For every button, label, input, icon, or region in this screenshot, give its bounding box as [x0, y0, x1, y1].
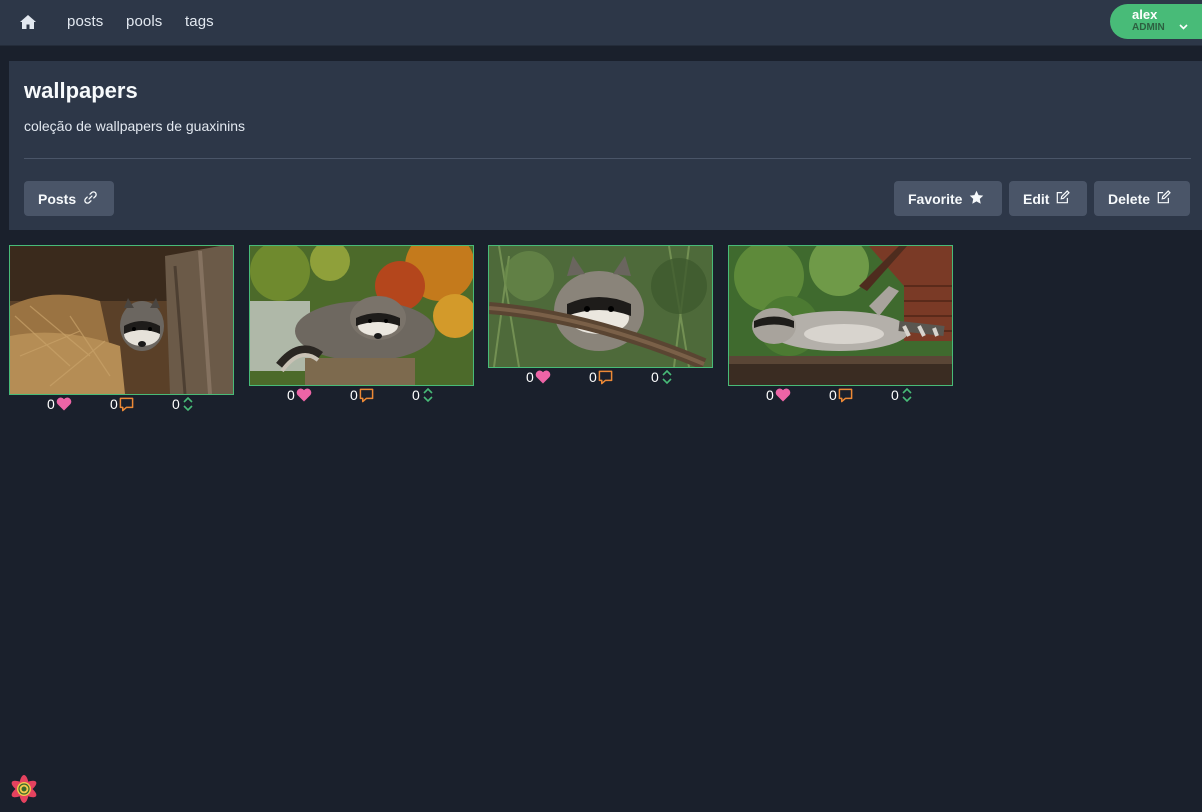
- post-thumbnail[interactable]: [9, 245, 234, 395]
- comments-count[interactable]: 0: [110, 396, 134, 412]
- posts-button-label: Posts: [38, 190, 77, 207]
- favorites-value: 0: [526, 369, 534, 385]
- favorites-value: 0: [47, 396, 55, 412]
- edit-icon: [1056, 190, 1071, 207]
- nav-link-posts[interactable]: posts: [67, 13, 103, 30]
- score-value: 0: [172, 396, 180, 412]
- favorite-button-label: Favorite: [908, 190, 963, 207]
- comments-count[interactable]: 0: [350, 387, 374, 403]
- score-count[interactable]: 0: [172, 396, 195, 412]
- comment-icon: [119, 397, 134, 412]
- posts-button[interactable]: Posts: [24, 181, 114, 216]
- pool-header: wallpapers coleção de wallpapers de guax…: [9, 61, 1202, 230]
- comments-count[interactable]: 0: [589, 369, 613, 385]
- comment-icon: [598, 370, 613, 385]
- favorites-value: 0: [287, 387, 295, 403]
- user-role: ADMIN: [1132, 22, 1165, 33]
- delete-button[interactable]: Delete: [1094, 181, 1190, 216]
- home-icon[interactable]: [18, 12, 38, 32]
- heart-icon: [56, 397, 72, 411]
- divider: [24, 158, 1191, 159]
- heart-icon: [775, 388, 791, 402]
- post-thumbnail[interactable]: [728, 245, 953, 386]
- comment-icon: [359, 388, 374, 403]
- comments-count[interactable]: 0: [829, 387, 853, 403]
- vote-arrows-icon: [660, 369, 674, 385]
- pool-description: coleção de wallpapers de guaxinins: [24, 118, 246, 134]
- score-count[interactable]: 0: [412, 387, 435, 403]
- comments-value: 0: [589, 369, 597, 385]
- favorites-count[interactable]: 0: [526, 369, 551, 385]
- edit-icon: [1157, 190, 1171, 207]
- delete-button-label: Delete: [1108, 190, 1151, 207]
- comments-value: 0: [829, 387, 837, 403]
- favorites-value: 0: [766, 387, 774, 403]
- heart-icon: [535, 370, 551, 384]
- favorites-count[interactable]: 0: [287, 387, 312, 403]
- vote-arrows-icon: [900, 387, 914, 403]
- score-value: 0: [891, 387, 899, 403]
- score-value: 0: [651, 369, 659, 385]
- post-stats: 0 0 0: [9, 396, 234, 416]
- post-thumbnail[interactable]: [249, 245, 474, 386]
- nav-link-pools[interactable]: pools: [126, 13, 162, 30]
- user-menu-button[interactable]: alex ADMIN: [1110, 4, 1202, 39]
- favorite-button[interactable]: Favorite: [894, 181, 1002, 216]
- nav-link-tags[interactable]: tags: [185, 13, 214, 30]
- score-count[interactable]: 0: [891, 387, 914, 403]
- link-icon: [83, 190, 98, 208]
- comments-value: 0: [110, 396, 118, 412]
- edit-button[interactable]: Edit: [1009, 181, 1087, 216]
- comment-icon: [838, 388, 853, 403]
- star-icon: [969, 190, 984, 208]
- score-count[interactable]: 0: [651, 369, 674, 385]
- comments-value: 0: [350, 387, 358, 403]
- favorites-count[interactable]: 0: [766, 387, 791, 403]
- post-stats: 0 0 0: [728, 387, 953, 407]
- chevron-down-icon: [1179, 17, 1188, 35]
- username: alex: [1132, 7, 1158, 22]
- edit-button-label: Edit: [1023, 190, 1050, 207]
- favorites-count[interactable]: 0: [47, 396, 72, 412]
- vote-arrows-icon: [181, 396, 195, 412]
- post-stats: 0 0 0: [488, 369, 713, 389]
- pool-title: wallpapers: [24, 78, 138, 103]
- top-navbar: posts pools tags alex ADMIN: [0, 0, 1202, 46]
- post-thumbnail[interactable]: [488, 245, 713, 368]
- devtools-toggle-icon[interactable]: [6, 771, 42, 807]
- heart-icon: [296, 388, 312, 402]
- score-value: 0: [412, 387, 420, 403]
- vote-arrows-icon: [421, 387, 435, 403]
- post-stats: 0 0 0: [249, 387, 474, 407]
